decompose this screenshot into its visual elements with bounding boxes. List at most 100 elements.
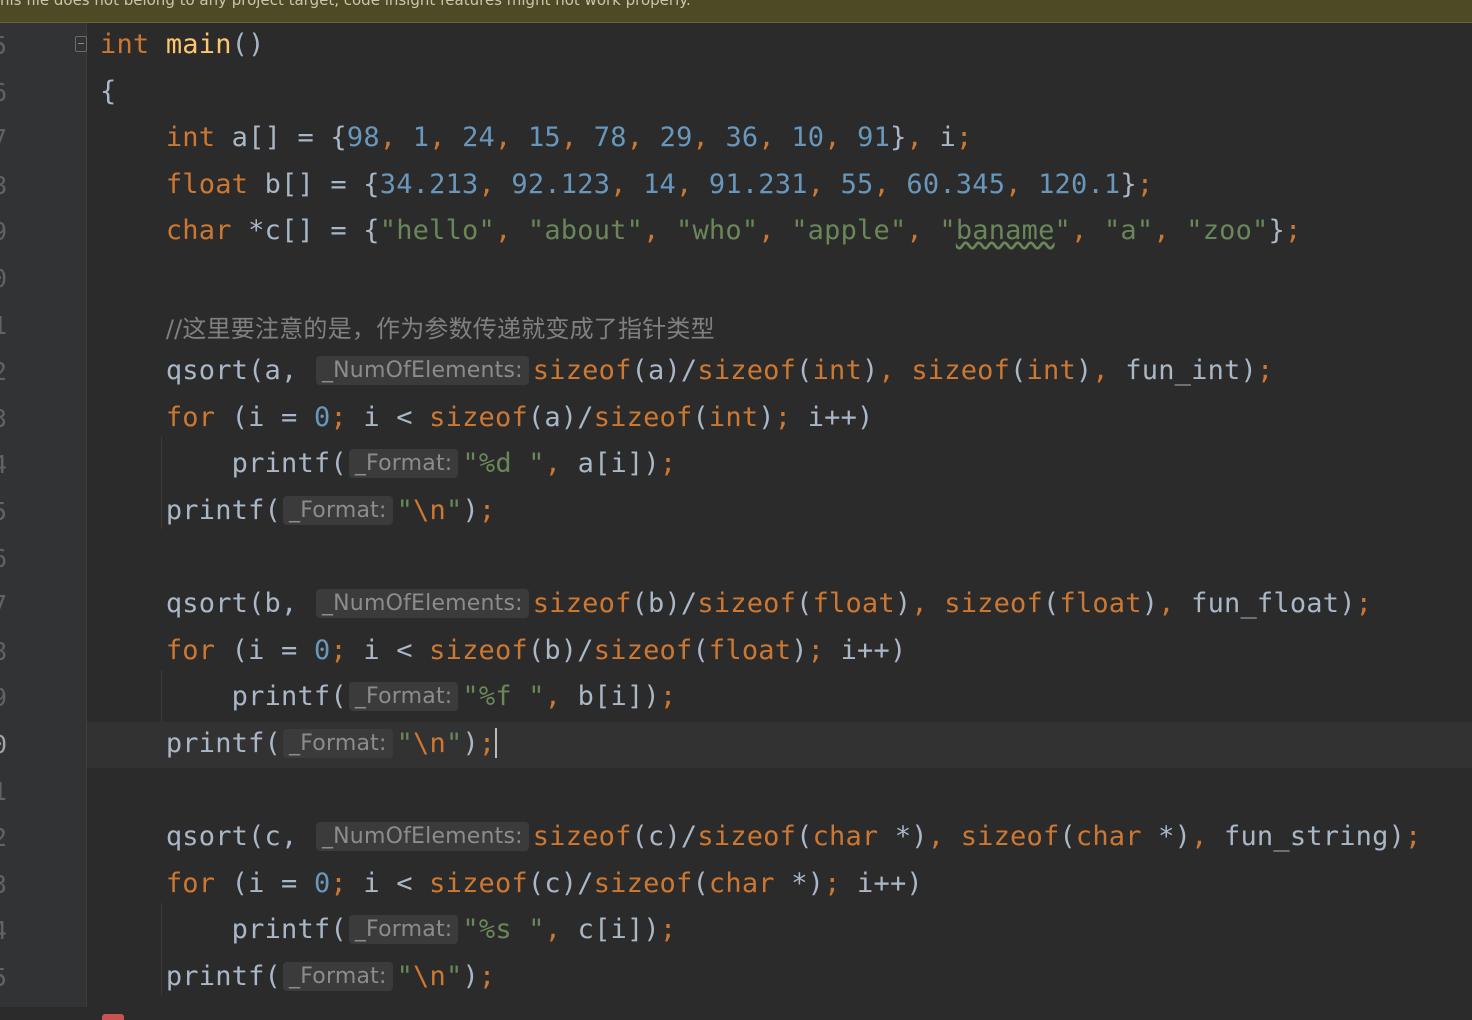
code-token: , [873,168,907,200]
code-token: \n [413,961,446,992]
code-token: sizeof [697,355,797,387]
code-token: " [445,495,463,526]
line-number: 9 [0,683,20,712]
code-line[interactable]: 0 [0,256,1472,302]
line-number: 4 [0,450,20,479]
code-text: for (i = 0; i < sizeof(c)/sizeof(char *)… [100,868,923,899]
code-token: char [708,867,775,899]
code-token: , [379,122,413,154]
code-token: 24 [462,122,496,154]
code-line[interactable]: 4 printf(_Format:"%s ", c[i]); [0,908,1472,954]
code-token: , [494,215,528,247]
code-line[interactable]: 2 qsort(c, _NumOfElements:sizeof(c)/size… [0,815,1472,861]
code-line[interactable]: 1 //这里要注意的是，作为参数传递就变成了指针类型 [0,303,1472,349]
code-line[interactable]: 9 printf(_Format:"%f ", b[i]); [0,675,1472,721]
code-token: ) [791,634,808,666]
code-token: printf( [231,448,347,480]
code-token: ( [796,588,813,620]
code-line[interactable]: 9 char *c[] = {"hello", "about", "who", … [0,209,1472,255]
code-token: , [1191,821,1225,853]
code-token: ; [774,401,808,433]
code-token: } [1120,168,1137,200]
code-line[interactable]: 6 [0,536,1472,582]
code-line[interactable]: 2 qsort(a, _NumOfElements:sizeof(a)/size… [0,349,1472,395]
code-token: , [1092,355,1126,387]
code-token: " [396,728,414,759]
code-token: "a" [1103,215,1154,247]
code-token: () [231,29,265,60]
code-token: 120.1 [1038,168,1121,200]
code-token: 1 [412,122,430,154]
code-line[interactable]: 5 printf(_Format:"\n"); [0,489,1472,535]
code-line[interactable]: 0 printf(_Format:"\n"); [0,722,1472,768]
code-token: ) [1075,355,1093,387]
code-token: 0 [313,401,331,433]
code-line[interactable]: 4 printf(_Format:"%d ", a[i]); [0,442,1472,488]
code-token: "about" [527,215,644,247]
code-token: ; [1284,215,1302,247]
code-token: 0 [313,867,331,899]
line-number: 7 [0,124,20,153]
code-line[interactable]: 3 for (i = 0; i < sizeof(a)/sizeof(int);… [0,396,1472,442]
code-text: { [100,76,116,107]
code-token: 36 [725,122,759,154]
code-line[interactable]: 3 for (i = 0; i < sizeof(c)/sizeof(char … [0,862,1472,908]
code-token: char [1075,821,1142,853]
code-token: ; [807,634,841,666]
code-token: c[i]) [577,914,660,946]
line-number: 4 [0,916,20,945]
fold-icon[interactable] [75,36,87,52]
code-token: , [692,122,726,154]
code-line[interactable]: 8 for (i = 0; i < sizeof(b)/sizeof(float… [0,629,1472,675]
code-editor[interactable]: 5int main()6{7 int a[] = {98, 1, 24, 15,… [0,23,1472,1007]
code-token: ( [692,634,709,666]
code-text: for (i = 0; i < sizeof(a)/sizeof(int); i… [100,402,874,433]
code-line[interactable]: 6{ [0,70,1472,116]
code-token: " [396,495,414,526]
code-token: int [812,355,862,387]
code-text: printf(_Format: "%d ", a[i]); [100,448,676,479]
code-token: sizeof [593,867,693,899]
code-token: ) [894,588,912,620]
parameter-hint: _Format: [348,682,459,712]
code-token: , [544,681,578,713]
code-token: b[] = { [248,168,380,200]
code-token: 98 [346,122,380,154]
code-token: ) [462,495,479,526]
code-line[interactable]: 5 int main() [0,23,1472,69]
code-line[interactable]: 7 qsort(b, _NumOfElements:sizeof(b)/size… [0,582,1472,628]
code-token: 15 [527,122,561,154]
code-token: (i = [215,634,314,666]
code-token: sizeof [697,821,797,853]
parameter-hint: _NumOfElements: [315,356,529,386]
code-token: 60.345 [906,168,1006,200]
code-token: , [906,215,940,247]
code-token: \n [413,495,446,526]
code-token: sizeof [697,588,797,620]
code-token: sizeof [593,634,693,666]
code-token: ( [796,821,813,853]
code-line[interactable]: 7 int a[] = {98, 1, 24, 15, 78, 29, 36, … [0,116,1472,162]
code-line[interactable]: 5 printf(_Format:"\n"); [0,955,1472,1001]
code-token: ( [1010,355,1027,387]
line-number: 0 [0,730,20,759]
code-token: ) [861,355,879,387]
code-text: printf(_Format: "\n"); [100,495,495,526]
code-token: sizeof [429,867,528,899]
parameter-hint: _Format: [283,962,393,991]
code-token: *c[] = { [231,215,380,247]
code-token: 14 [643,168,676,200]
code-token: sizeof [944,588,1043,620]
code-text: printf(_Format: "\n"); [100,728,498,759]
code-token: sizeof [593,401,693,433]
code-token: ) [1141,588,1159,620]
code-line[interactable]: 1 [0,769,1472,815]
code-token: a[] = { [215,122,347,154]
code-line[interactable]: 8 float b[] = {34.213, 92.123, 14, 91.23… [0,163,1472,209]
code-token: a[i]) [577,448,660,480]
breakpoint-marker-icon [102,1014,124,1020]
